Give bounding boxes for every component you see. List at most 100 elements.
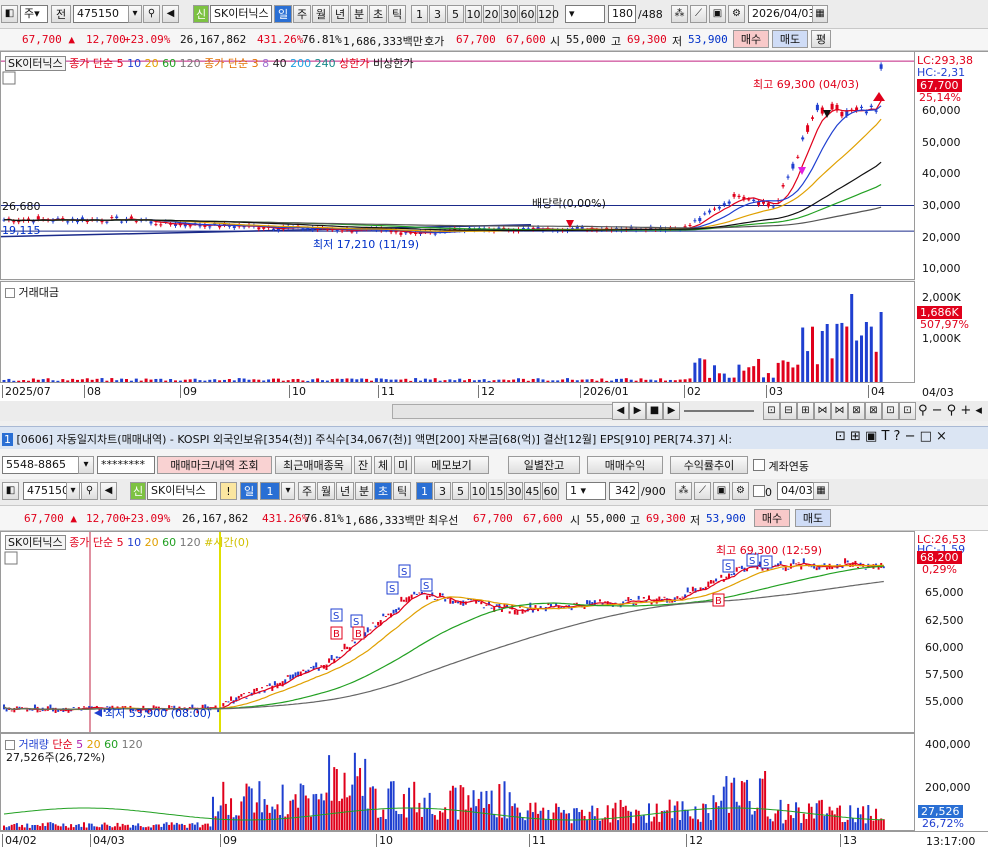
search-icon[interactable]: ⚲ [81, 482, 98, 500]
daily-balance-button[interactable]: 일별잔고 [508, 456, 580, 474]
period-button-2[interactable]: 5 [447, 5, 464, 23]
candle [400, 596, 403, 602]
period-button-4[interactable]: 20 [483, 5, 500, 23]
period-button-0[interactable]: 일 [274, 5, 292, 23]
period-button-5[interactable]: 30 [506, 482, 523, 500]
tool-icon[interactable]: ⊡ [763, 402, 780, 420]
interval-select[interactable]: ▾ [565, 5, 605, 23]
speaker-icon[interactable]: ◀ [100, 482, 117, 500]
balance-button[interactable]: 잔 [354, 456, 372, 474]
period-button-3[interactable]: 10 [470, 482, 487, 500]
scroll-right-icon[interactable]: ▶ [629, 402, 646, 420]
period-button-6[interactable]: 틱 [388, 5, 406, 23]
title-icons[interactable]: ⊡ ⊞ ▣ T ? − □ × [835, 429, 947, 444]
period-button-5[interactable]: 30 [501, 5, 518, 23]
eval-button[interactable]: 평 [811, 30, 831, 48]
period-button-1[interactable]: 월 [317, 482, 335, 500]
zero-check[interactable]: 0 [753, 485, 772, 499]
period-button-1[interactable]: 주 [293, 5, 311, 23]
calendar-icon[interactable]: ▦ [813, 482, 829, 500]
save-icon[interactable]: ▣ [709, 5, 726, 23]
sell-button[interactable]: 매도 [772, 30, 808, 48]
period-button-5[interactable]: 초 [369, 5, 387, 23]
tool-icon[interactable]: ⊡ [899, 402, 916, 420]
period-button-7[interactable]: 120 [537, 5, 559, 23]
period-button-6[interactable]: 45 [524, 482, 541, 500]
line-tool-icon[interactable]: ⟋ [690, 5, 707, 23]
gear-icon[interactable]: ⚙ [728, 5, 745, 23]
recent-trades-button[interactable]: 최근매매종목 [275, 456, 352, 474]
buy-button[interactable]: 매수 [754, 509, 790, 527]
stock-name-field[interactable]: SK이터닉스 [210, 5, 272, 23]
unfilled-button[interactable]: 미 [394, 456, 412, 474]
tool-icon[interactable]: ⊠ [848, 402, 865, 420]
count-input[interactable]: 180 [608, 5, 636, 23]
code-dropdown-icon[interactable]: ▾ [128, 5, 142, 23]
period-button-3[interactable]: 10 [465, 5, 482, 23]
window-icon[interactable]: ◧ [2, 482, 19, 500]
trade-profit-button[interactable]: 매매수익 [587, 456, 663, 474]
zoom-slider[interactable] [684, 410, 754, 412]
gear-icon[interactable]: ⚙ [732, 482, 749, 500]
period-button-6[interactable]: 60 [519, 5, 536, 23]
tool-icon[interactable]: ⋈ [814, 402, 831, 420]
jeon-button[interactable]: 전 [51, 5, 71, 23]
candle [402, 599, 405, 602]
grid-icon[interactable]: ⁂ [671, 5, 688, 23]
fill-button[interactable]: 체 [374, 456, 392, 474]
link-account[interactable]: 계좌연동 [753, 458, 809, 474]
calendar-icon[interactable]: ▦ [812, 5, 828, 23]
line-tool-icon[interactable]: ⟋ [694, 482, 711, 500]
period-button-1[interactable]: 3 [429, 5, 446, 23]
scroll-left-icon[interactable]: ◀ [612, 402, 629, 420]
tool-icon[interactable]: ⊟ [780, 402, 797, 420]
stop-icon[interactable]: ■ [646, 402, 663, 420]
chart-type-select[interactable]: 주▾ [20, 5, 48, 23]
sell-button[interactable]: 매도 [795, 509, 831, 527]
tool-icon[interactable]: ⊠ [865, 402, 882, 420]
play-icon[interactable]: ▶ [663, 402, 680, 420]
tick-select[interactable]: 1 ▾ [566, 482, 606, 500]
period-button-1[interactable]: 3 [434, 482, 451, 500]
grid-icon[interactable]: ⁂ [675, 482, 692, 500]
volume-checkbox[interactable] [5, 288, 15, 298]
period-button-4[interactable]: 15 [488, 482, 505, 500]
trade-mark-query-button[interactable]: 매매마크/내역 조회 [157, 456, 272, 474]
return-trend-button[interactable]: 수익률추이 [670, 456, 748, 474]
bottom-name-field[interactable]: SK이터닉스 [147, 482, 217, 500]
period-button-2[interactable]: 5 [452, 482, 469, 500]
candle [860, 106, 863, 108]
link-checkbox[interactable] [753, 459, 765, 471]
period-button-7[interactable]: 60 [542, 482, 559, 500]
alert-button[interactable]: ! [220, 482, 237, 500]
tool-icon[interactable]: ⋈ [831, 402, 848, 420]
period-button-0[interactable]: 1 [411, 5, 428, 23]
save-icon[interactable]: ▣ [713, 482, 730, 500]
speaker-icon[interactable]: ◀ [162, 5, 179, 23]
code-dropdown-icon[interactable]: ▾ [66, 482, 80, 500]
period-button-5[interactable]: 틱 [393, 482, 411, 500]
period-button-0[interactable]: 1 [416, 482, 433, 500]
period-button-4[interactable]: 분 [350, 5, 368, 23]
bottom-count-input[interactable]: 342 [609, 482, 639, 500]
search-icon[interactable]: ⚲ [143, 5, 160, 23]
memo-button[interactable]: 메모보기 [414, 456, 489, 474]
period-button-3[interactable]: 분 [355, 482, 373, 500]
period-button-3[interactable]: 년 [331, 5, 349, 23]
password-input[interactable]: ******** [97, 456, 155, 474]
tool-icon[interactable]: ⊡ [882, 402, 899, 420]
tool-icon[interactable]: ⊞ [797, 402, 814, 420]
period-num[interactable]: 1 [260, 482, 280, 500]
buy-button[interactable]: 매수 [733, 30, 769, 48]
account-dropdown-icon[interactable]: ▾ [78, 456, 94, 474]
period-dropdown-icon[interactable]: ▾ [281, 482, 295, 500]
zero-checkbox[interactable] [753, 485, 765, 497]
zoom-controls[interactable]: ⚲ − ⚲ + ◂ [918, 403, 982, 418]
period-button-0[interactable]: 주 [298, 482, 316, 500]
scrollbar[interactable] [392, 404, 614, 419]
period-day[interactable]: 일 [240, 482, 258, 500]
period-button-2[interactable]: 년 [336, 482, 354, 500]
period-button-2[interactable]: 월 [312, 5, 330, 23]
period-button-4[interactable]: 초 [374, 482, 392, 500]
window-icon[interactable]: ◧ [1, 5, 18, 23]
